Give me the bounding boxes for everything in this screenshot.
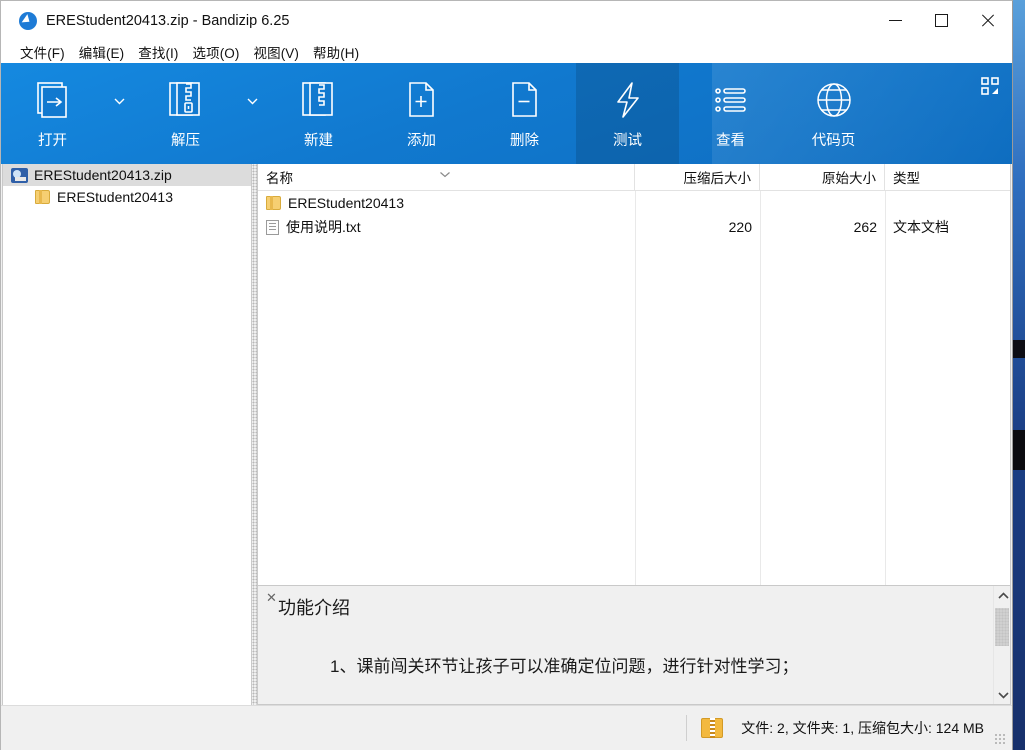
test-lightning-icon [601, 74, 655, 128]
status-separator [686, 715, 688, 741]
file-list-header: 名称 压缩后大小 原始大小 类型 [258, 164, 1010, 191]
minimize-button[interactable] [872, 1, 918, 40]
cell-name: 使用说明.txt [258, 217, 635, 237]
toolbar-label-open: 打开 [38, 133, 67, 149]
preview-title: 功能介绍 [278, 598, 350, 618]
toolbar-button-extract[interactable]: 解压 [134, 63, 237, 164]
column-header-original-size[interactable]: 原始大小 [760, 164, 885, 190]
add-file-icon [395, 74, 449, 128]
toolbar-label-codepage: 代码页 [811, 133, 856, 149]
toolbar-button-codepage[interactable]: 代码页 [782, 63, 885, 164]
toolbar-label-new: 新建 [304, 133, 333, 149]
preview-text: 1、课前闯关环节让孩子可以准确定位问题，进行针对性学习； [330, 657, 799, 676]
toolbar-label-extract: 解压 [171, 133, 200, 149]
menu-item-help[interactable]: 帮助(H) [306, 42, 366, 62]
customize-grid-icon[interactable] [981, 77, 1000, 101]
vertical-scroll-track[interactable] [994, 604, 1010, 686]
table-row[interactable]: 使用说明.txt 220 262 文本文档 [258, 215, 1010, 239]
column-header-label: 压缩后大小 [683, 171, 752, 186]
cell-name-label: EREStudent20413 [288, 195, 404, 211]
close-icon[interactable]: ✕ [266, 591, 277, 604]
column-header-compressed-size[interactable]: 压缩后大小 [635, 164, 760, 190]
minimize-icon [888, 20, 902, 21]
zip-archive-icon [11, 167, 28, 183]
preview-pane: ✕ 功能介绍 1、课前闯关环节让孩子可以准确定位问题，进行针对性学习； [257, 585, 1011, 705]
window-title: EREStudent20413.zip - Bandizip 6.25 [46, 12, 290, 29]
menu-item-file[interactable]: 文件(F) [13, 42, 72, 62]
vertical-scrollbar[interactable] [993, 586, 1010, 704]
toolbar-button-add[interactable]: 添加 [370, 63, 473, 164]
maximize-button[interactable] [918, 1, 964, 40]
menu-item-find[interactable]: 查找(I) [131, 42, 185, 62]
column-header-label: 名称 [266, 171, 293, 186]
toolbar-button-view[interactable]: 查看 [679, 63, 782, 164]
toolbar-label-test: 测试 [613, 133, 642, 149]
zip-folder-icon [701, 718, 724, 738]
delete-file-icon [498, 74, 552, 128]
open-archive-icon [26, 74, 80, 128]
chevron-down-icon [247, 98, 257, 105]
toolbar-button-new[interactable]: 新建 [267, 63, 370, 164]
preview-body: 功能介绍 1、课前闯关环节让孩子可以准确定位问题，进行针对性学习； [258, 586, 993, 704]
chevron-up-icon [997, 591, 1009, 599]
column-header-name[interactable]: 名称 [258, 164, 635, 190]
column-header-label: 类型 [893, 171, 920, 186]
cell-name: EREStudent20413 [258, 195, 635, 211]
text-file-icon [266, 219, 279, 235]
close-icon [980, 13, 995, 28]
menu-item-edit[interactable]: 编辑(E) [72, 42, 132, 62]
scroll-down-button[interactable] [994, 686, 1012, 704]
bandizip-window: EREStudent20413.zip - Bandizip 6.25 文件(F… [0, 0, 1013, 750]
toolbar-label-view: 查看 [716, 133, 745, 149]
resize-grip[interactable] [994, 733, 1007, 746]
menu-item-options[interactable]: 选项(O) [186, 42, 247, 62]
chevron-down-icon [114, 98, 124, 105]
toolbar-button-test[interactable]: 测试 [576, 63, 679, 164]
toolbar: 打开 解压 新建 添加 删除 测试 查看 代码页 [1, 63, 1012, 164]
menu-item-view[interactable]: 视图(V) [247, 42, 307, 62]
new-archive-icon [292, 74, 346, 128]
content-area: EREStudent20413.zip EREStudent20413 名称 压… [1, 164, 1012, 706]
folder-icon [266, 196, 281, 210]
status-text: 文件: 2, 文件夹: 1, 压缩包大小: 124 MB [741, 720, 984, 736]
cell-name-label: 使用说明.txt [286, 219, 361, 235]
close-button[interactable] [964, 1, 1010, 40]
globe-codepage-icon [807, 74, 861, 128]
maximize-icon [934, 14, 948, 27]
chevron-down-icon [997, 691, 1009, 699]
toolbar-button-open[interactable]: 打开 [1, 63, 104, 164]
toolbar-label-add: 添加 [407, 133, 436, 149]
title-bar: EREStudent20413.zip - Bandizip 6.25 [1, 1, 1012, 40]
column-header-label: 原始大小 [822, 171, 876, 186]
toolbar-dropdown-open[interactable] [104, 63, 134, 164]
tree-item-folder[interactable]: EREStudent20413 [3, 186, 251, 208]
toolbar-label-delete: 删除 [510, 133, 539, 149]
status-bar: 文件: 2, 文件夹: 1, 压缩包大小: 124 MB [1, 705, 1012, 750]
cell-type: 文本文档 [893, 219, 949, 235]
toolbar-button-delete[interactable]: 删除 [473, 63, 576, 164]
view-list-icon [704, 74, 758, 128]
folder-icon [35, 190, 50, 204]
tree-item-label: EREStudent20413.zip [34, 167, 172, 183]
menu-bar: 文件(F) 编辑(E) 查找(I) 选项(O) 视图(V) 帮助(H) [1, 40, 1012, 63]
toolbar-dropdown-extract[interactable] [237, 63, 267, 164]
bandizip-icon [19, 11, 37, 30]
window-controls [872, 1, 1010, 40]
tree-item-archive[interactable]: EREStudent20413.zip [3, 164, 251, 186]
cell-original-size: 262 [853, 219, 877, 235]
vertical-scroll-thumb[interactable] [995, 608, 1009, 646]
cell-compressed-size: 220 [728, 219, 752, 235]
chevron-down-icon [439, 167, 451, 182]
tree-item-label: EREStudent20413 [57, 189, 173, 205]
table-row[interactable]: EREStudent20413 [258, 191, 1010, 215]
preview-wrapper: ✕ 功能介绍 1、课前闯关环节让孩子可以准确定位问题，进行针对性学习； [1, 585, 1012, 705]
extract-icon [159, 74, 213, 128]
column-header-type[interactable]: 类型 [885, 164, 1010, 190]
scroll-up-button[interactable] [994, 586, 1012, 604]
